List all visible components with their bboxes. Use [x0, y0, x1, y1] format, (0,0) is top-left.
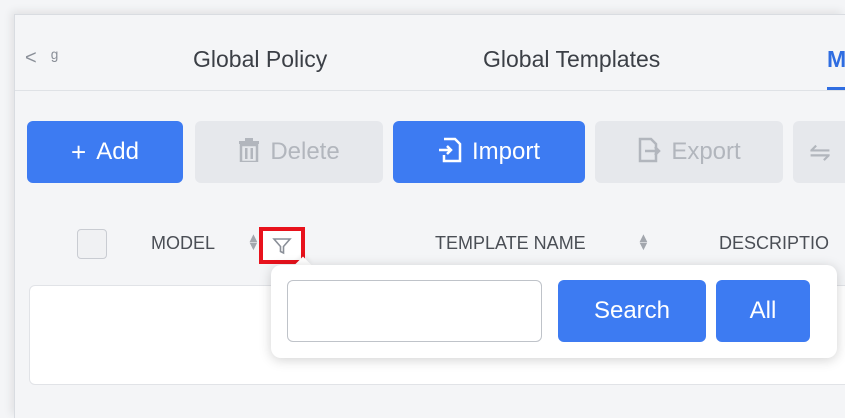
add-button-label: Add — [96, 138, 139, 165]
active-tab-indicator — [827, 87, 845, 90]
plus-icon: + — [71, 137, 87, 167]
export-button-label: Export — [671, 138, 741, 165]
swap-arrows-icon: ⇋ — [809, 137, 831, 167]
add-button[interactable]: + Add — [27, 121, 183, 183]
delete-button[interactable]: Delete — [195, 121, 383, 183]
truncated-tab-glyph: ᵍ — [50, 47, 59, 69]
filter-search-button[interactable]: Search — [558, 280, 706, 342]
export-icon — [637, 137, 662, 167]
filter-all-button[interactable]: All — [716, 280, 810, 342]
tab-global-templates[interactable]: Global Templates — [483, 46, 660, 73]
trash-icon — [238, 138, 260, 166]
tab-global-policy[interactable]: Global Policy — [193, 46, 327, 73]
filter-model-icon[interactable] — [259, 227, 305, 264]
select-all-checkbox[interactable] — [77, 229, 107, 259]
column-header-template-name[interactable]: TEMPLATE NAME — [435, 233, 586, 254]
column-header-model[interactable]: MODEL — [151, 233, 215, 254]
import-icon — [438, 137, 462, 167]
tab-bar: < ᵍ Global Policy Global Templates M — [15, 15, 845, 91]
import-button-label: Import — [471, 138, 540, 165]
sort-model-icon[interactable]: ▲ ▼ — [247, 231, 260, 252]
sync-button[interactable]: ⇋ — [793, 121, 845, 183]
app-frame: < ᵍ Global Policy Global Templates M + Ad… — [14, 14, 845, 418]
export-button[interactable]: Export — [595, 121, 783, 183]
tab-model-templates[interactable]: M — [827, 46, 845, 73]
import-button[interactable]: Import — [393, 121, 585, 183]
delete-button-label: Delete — [270, 138, 340, 165]
tab-scroll-left-button[interactable]: < ᵍ — [25, 47, 58, 70]
filter-search-input[interactable] — [287, 280, 542, 342]
sort-template-name-icon[interactable]: ▲ ▼ — [637, 231, 650, 252]
column-header-description[interactable]: DESCRIPTIO — [719, 233, 829, 254]
chevron-left-icon: < — [25, 47, 37, 69]
